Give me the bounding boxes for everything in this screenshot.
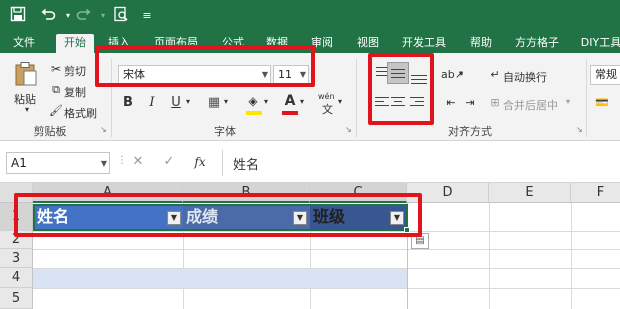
tab-file[interactable]: 文件 (2, 34, 46, 53)
worksheet-grid[interactable]: A B C D E F 1 2 3 4 5 姓名 ▼ 成绩 ▼ 班级 ▼ ▤ (0, 183, 620, 309)
column-header-f[interactable]: F (571, 183, 620, 203)
merge-center-icon[interactable]: ⊞ (485, 93, 505, 113)
underline-dropdown-icon[interactable]: ▾ (186, 97, 190, 106)
undo-icon[interactable] (38, 6, 58, 26)
scissors-icon[interactable]: ✂ (46, 59, 66, 79)
fill-color-icon[interactable]: ◈ (243, 91, 263, 111)
clipboard-launcher-icon[interactable]: ↘ (100, 125, 107, 134)
number-format-value: 常规 (595, 68, 617, 81)
underline-button[interactable]: U (166, 93, 186, 113)
alignment-launcher-icon[interactable]: ↘ (576, 125, 583, 134)
format-painter-icon[interactable]: 🖌 (46, 101, 66, 121)
tab-view[interactable]: 视图 (349, 34, 387, 53)
merge-center-button[interactable]: 合并后居中 (503, 97, 558, 113)
redo-icon[interactable] (74, 6, 94, 26)
splitter-icon[interactable]: ⋮ (117, 155, 127, 166)
row-header-3[interactable]: 3 (0, 249, 33, 268)
font-launcher-icon[interactable]: ↘ (345, 125, 352, 134)
formula-bar: A1 ▼ ⋮ ✕ ✓ fx 姓名 (0, 141, 620, 183)
merge-dropdown-icon[interactable]: ▾ (566, 97, 570, 106)
borders-icon[interactable]: ▦ (204, 93, 224, 113)
tab-fangfang[interactable]: 方方格子 (506, 34, 568, 53)
phonetic-dropdown-icon[interactable]: ▾ (338, 97, 342, 106)
orientation-icon[interactable]: ab↗ (441, 65, 464, 85)
tab-home[interactable]: 开始 (56, 34, 94, 53)
number-format-combo[interactable]: 常规 (590, 65, 620, 85)
format-painter-button[interactable]: 格式刷 (64, 105, 97, 121)
phonetic-char: 文 (322, 103, 333, 116)
save-icon[interactable] (8, 6, 28, 26)
clipboard-group-label: 剪贴板 (33, 125, 67, 138)
gridline (33, 288, 620, 289)
paste-icon[interactable] (14, 61, 38, 87)
alignment-group-label: 对齐方式 (448, 125, 492, 138)
excel-window: ▾ ▾ ≡ 文件 开始 插入 页面布局 公式 数据 审阅 视图 开发工具 帮助 … (0, 0, 620, 309)
borders-dropdown-icon[interactable]: ▾ (224, 97, 228, 106)
font-group-label: 字体 (214, 125, 236, 138)
highlight-header-box (14, 193, 422, 237)
copy-icon[interactable]: ⧉ (46, 80, 66, 100)
insert-function-button[interactable]: fx (190, 152, 210, 172)
currency-icon[interactable]: 💳 (592, 93, 612, 113)
enter-icon[interactable]: ✓ (159, 152, 179, 172)
font-color-swatch (282, 111, 298, 115)
italic-button[interactable]: I (142, 93, 162, 113)
fill-color-dropdown-icon[interactable]: ▾ (264, 97, 268, 106)
tab-diy-tools[interactable]: DIY工具 (576, 34, 620, 53)
table-banded-row[interactable] (33, 269, 407, 288)
chevron-down-icon: ▼ (100, 159, 107, 168)
name-box-value: A1 (11, 156, 27, 170)
formula-content: 姓名 (233, 158, 260, 173)
highlight-font-box (95, 45, 315, 87)
separator (586, 59, 587, 137)
highlight-alignment-box (368, 53, 434, 125)
print-preview-icon[interactable] (111, 6, 131, 26)
wrap-text-icon[interactable]: ↵ (485, 65, 505, 85)
redo-dropdown-icon[interactable]: ▾ (93, 6, 113, 26)
fill-color-swatch (246, 111, 262, 115)
font-color-icon[interactable]: A (280, 91, 300, 111)
tab-help[interactable]: 帮助 (462, 34, 500, 53)
ribbon: 粘贴 ▾ ✂ 剪切 ⧉ 复制 🖌 格式刷 剪贴板 ↘ 宋体 ▼ 11 ▼ B I… (0, 45, 620, 141)
font-color-dropdown-icon[interactable]: ▾ (300, 97, 304, 106)
cut-button[interactable]: 剪切 (64, 63, 86, 79)
bold-button[interactable]: B (118, 93, 138, 113)
phonetic-guide-icon[interactable]: wén (318, 92, 335, 101)
gridline (33, 249, 620, 250)
column-header-e[interactable]: E (489, 183, 571, 203)
title-bar: ▾ ▾ ≡ (0, 0, 620, 31)
tab-developer[interactable]: 开发工具 (394, 34, 454, 53)
cancel-icon[interactable]: ✕ (128, 152, 148, 172)
name-box[interactable]: A1 ▼ (6, 152, 110, 174)
decrease-indent-icon[interactable]: ⇤ (441, 93, 461, 113)
customize-qat-icon[interactable]: ≡ (137, 6, 157, 26)
wrap-text-button[interactable]: 自动换行 (503, 69, 547, 85)
increase-indent-icon[interactable]: ⇥ (460, 93, 480, 113)
orientation-dropdown-icon[interactable]: ▾ (459, 69, 463, 78)
row-header-5[interactable]: 5 (0, 288, 33, 309)
paste-dropdown-icon[interactable]: ▾ (25, 105, 29, 114)
row-header-4[interactable]: 4 (0, 268, 33, 288)
gridline (489, 203, 490, 309)
copy-button[interactable]: 复制 (64, 84, 86, 100)
gridline (571, 203, 572, 309)
formula-input[interactable]: 姓名 (222, 150, 620, 176)
separator (356, 59, 357, 137)
